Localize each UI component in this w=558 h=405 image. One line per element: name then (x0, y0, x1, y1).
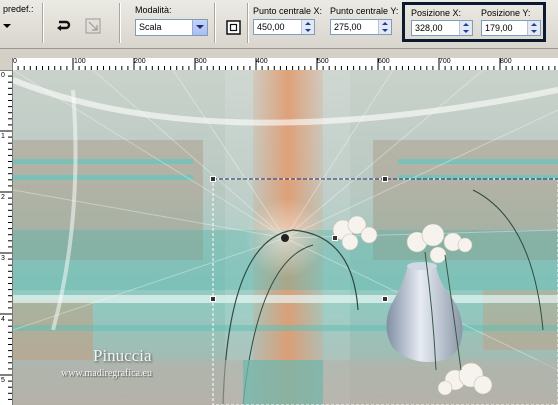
center-point-icon (226, 20, 241, 35)
position-y-value: 179,00 (485, 23, 513, 33)
center-x-value: 450,00 (257, 22, 285, 32)
ruler-tick-label: 0 (13, 58, 17, 65)
ruler-ticks (12, 58, 556, 70)
ruler-tick-label: 5 (1, 377, 5, 384)
presets-label: predef.: (3, 4, 34, 14)
ruler-tick-label: 4 (1, 316, 5, 323)
center-y-value: 275,00 (334, 22, 362, 32)
ruler-corner (0, 58, 12, 70)
separator (214, 3, 216, 43)
ruler-tick-label: 100 (74, 58, 86, 65)
ruler-tick-label: 700 (439, 58, 451, 65)
reset-transform-button[interactable] (54, 17, 72, 35)
ruler-ticks (0, 70, 12, 400)
ruler-tick-label: 600 (378, 58, 390, 65)
mode-select-value: Scala (139, 22, 162, 32)
position-y-label: Posizione Y: (481, 8, 531, 18)
position-x-value: 328,00 (415, 23, 443, 33)
position-x-label: Posizione X: (411, 8, 462, 18)
mode-select[interactable]: Scala (135, 19, 208, 36)
transform-handle[interactable] (382, 296, 388, 302)
center-x-field[interactable]: 450,00 (253, 19, 315, 35)
transform-handle[interactable] (332, 235, 338, 241)
ruler-tick-label: 400 (256, 58, 268, 65)
mode-label: Modalità: (135, 5, 172, 15)
ruler-tick-label: 0 (1, 72, 5, 79)
center-point-button[interactable] (225, 19, 242, 36)
transform-handle[interactable] (210, 176, 216, 182)
reset-transform-icon (57, 20, 71, 31)
watermark-name: Pinuccia (93, 346, 152, 365)
chevron-down-icon (3, 24, 11, 28)
ruler-tick-label: 1 (1, 133, 5, 140)
ruler-tick-label: 500 (317, 58, 329, 65)
center-x-label: Punto centrale X: (253, 6, 323, 16)
image-canvas[interactable]: Pinuccia www.madiregrafica.eu (13, 70, 558, 405)
transform-handle[interactable] (382, 176, 388, 182)
ruler-tick-label: 3 (1, 255, 5, 262)
separator (42, 3, 44, 43)
dropdown-icon (192, 20, 207, 35)
spin-icon[interactable] (459, 21, 472, 35)
ruler-tick-label: 300 (195, 58, 207, 65)
ruler-tick-label: 2 (1, 194, 5, 201)
separator (247, 3, 249, 43)
spin-icon[interactable] (301, 20, 314, 34)
watermark-site: www.madiregrafica.eu (61, 368, 152, 379)
vertical-ruler: 0 1 2 3 4 5 (0, 70, 13, 405)
spin-icon[interactable] (527, 21, 540, 35)
presets-dropdown[interactable] (3, 22, 13, 30)
transform-handle[interactable] (210, 296, 216, 302)
position-y-field[interactable]: 179,00 (481, 20, 541, 36)
ruler-tick-label: 800 (500, 58, 512, 65)
ruler-tick-label: 200 (134, 58, 146, 65)
separator (119, 3, 121, 43)
tool-options-bar: predef.: Modalità: Scala Punto centrale … (0, 0, 558, 49)
pick-tool-icon (85, 18, 101, 34)
pick-tool-button[interactable] (84, 17, 102, 35)
spin-icon[interactable] (378, 20, 391, 34)
center-y-field[interactable]: 275,00 (330, 19, 392, 35)
toolbar-gap (0, 49, 558, 58)
position-x-field[interactable]: 328,00 (411, 20, 473, 36)
center-y-label: Punto centrale Y: (330, 6, 399, 16)
